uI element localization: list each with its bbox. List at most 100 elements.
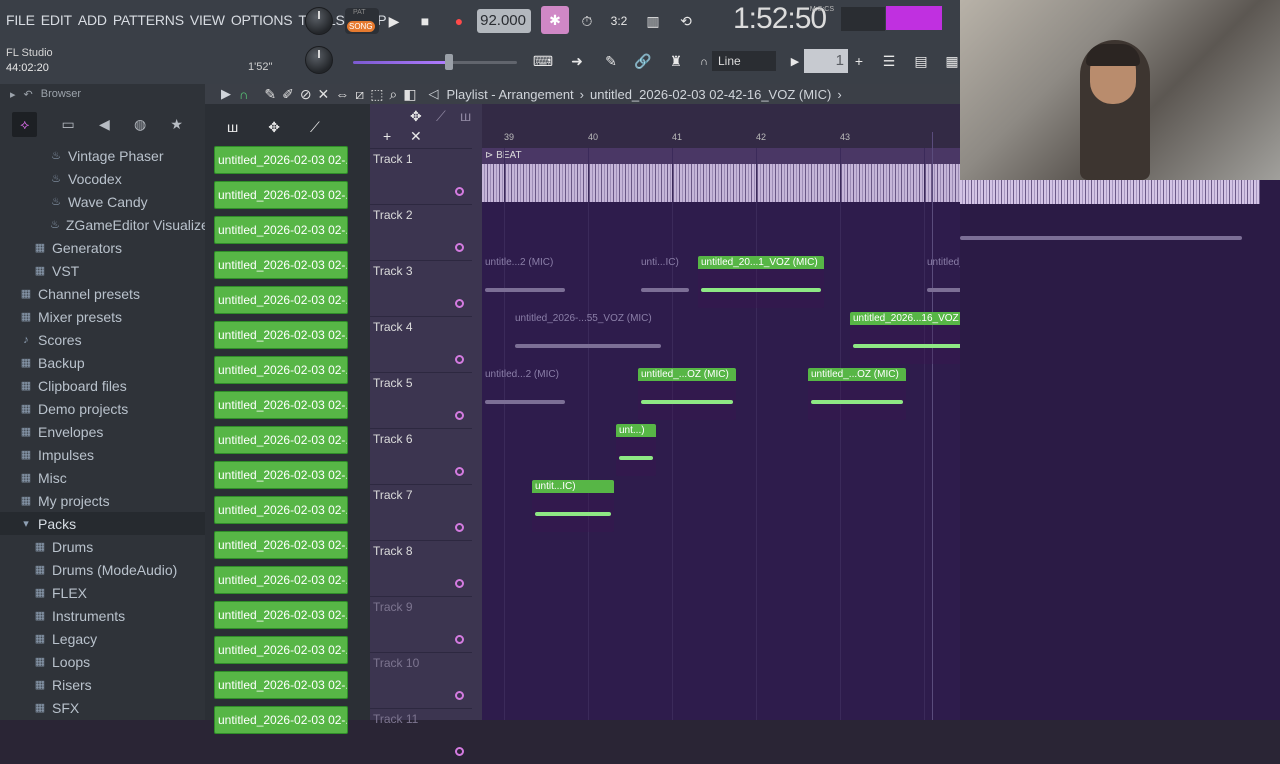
master-pitch-knob[interactable] bbox=[305, 46, 333, 74]
browser-item[interactable]: ▦ Mixer presets bbox=[0, 305, 205, 328]
speaker-filter-icon[interactable]: ◀ bbox=[99, 116, 110, 133]
plugin-picker-icon[interactable]: ✎ bbox=[598, 48, 624, 74]
menu-edit[interactable]: EDIT bbox=[41, 12, 72, 28]
track-header[interactable]: Track 11 bbox=[370, 708, 472, 764]
zoom-tool-icon[interactable]: ⌕ bbox=[389, 86, 397, 103]
pattern-clip[interactable]: untitled_2026-02-03 02-... bbox=[214, 286, 348, 314]
channel-rack-icon[interactable]: ▤ bbox=[908, 48, 934, 74]
browser-item[interactable]: ▦ Generators bbox=[0, 236, 205, 259]
browser-item[interactable]: ♨ Vocodex bbox=[0, 167, 205, 190]
browser-item[interactable]: ▦ Instruments bbox=[0, 604, 205, 627]
beat-clip[interactable]: ⊳ BEAT bbox=[482, 148, 960, 202]
slip-tool-icon[interactable]: ⇔ bbox=[335, 86, 349, 103]
pattern-clip[interactable]: untitled_2026-02-03 02-... bbox=[214, 181, 348, 209]
audio-clip[interactable]: untitled_20...1_VOZ (MIC) bbox=[698, 256, 824, 308]
slider-thumb[interactable] bbox=[445, 54, 453, 70]
pattern-clip[interactable]: untitled_2026-02-03 02-... bbox=[214, 706, 348, 734]
track-mute-toggle[interactable] bbox=[455, 187, 464, 196]
arrow-right-icon[interactable]: ➜ bbox=[564, 48, 590, 74]
pattern-clip[interactable]: untitled_2026-02-03 02-... bbox=[214, 601, 348, 629]
add-track-icon[interactable]: + bbox=[383, 128, 391, 144]
browser-item[interactable]: ▦ Risers bbox=[0, 673, 205, 696]
draw-tool-icon[interactable]: ✎ bbox=[264, 86, 276, 103]
all-filter-icon[interactable]: ⟡ bbox=[12, 111, 38, 137]
browser-item[interactable]: ♨ ZGameEditor Visualizer bbox=[0, 213, 213, 236]
audio-clip[interactable]: unti...IC) bbox=[638, 256, 692, 308]
menu-add[interactable]: ADD bbox=[78, 12, 107, 28]
pattern-clip[interactable]: untitled_2026-02-03 02-... bbox=[214, 426, 348, 454]
globe-filter-icon[interactable]: ◍ bbox=[134, 116, 146, 133]
track-mute-toggle[interactable] bbox=[455, 747, 464, 756]
collapse-icon[interactable]: ▸ bbox=[10, 88, 16, 101]
pattern-move-icon[interactable]: ✥ bbox=[268, 119, 280, 136]
pattern-clip[interactable]: untitled_2026-02-03 02-... bbox=[214, 356, 348, 384]
audio-clip[interactable]: untitled_...OZ (MIC) bbox=[808, 368, 906, 420]
audio-clip[interactable]: untitled_...OZ (MIC) bbox=[638, 368, 736, 420]
file-filter-icon[interactable]: ▭ bbox=[62, 116, 75, 133]
browser-item[interactable]: ▦ Demo projects bbox=[0, 397, 205, 420]
master-volume-knob[interactable] bbox=[305, 7, 333, 35]
slice-tool-icon[interactable]: ⧄ bbox=[355, 86, 364, 103]
countdown-icon[interactable]: 3:2 bbox=[606, 8, 632, 34]
pattern-list-icon[interactable]: ш bbox=[227, 119, 238, 135]
record-button[interactable]: ● bbox=[446, 8, 472, 34]
pattern-clip[interactable]: untitled_2026-02-03 02-... bbox=[214, 671, 348, 699]
pattern-clip[interactable]: untitled_2026-02-03 02-... bbox=[214, 566, 348, 594]
playhead[interactable] bbox=[932, 132, 933, 720]
pattern-edit-icon[interactable]: ⟋ bbox=[310, 119, 320, 136]
track-mute-toggle[interactable] bbox=[455, 691, 464, 700]
track-header[interactable]: Track 3 bbox=[370, 260, 472, 316]
track-header[interactable]: Track 1 bbox=[370, 148, 472, 204]
pattern-clip[interactable]: untitled_2026-02-03 02-... bbox=[214, 146, 348, 174]
playlist-grid[interactable]: 39 40 41 42 43 ⊳ BEAT untitle...2 (MIC) unti.… bbox=[482, 104, 960, 720]
track-mute-toggle[interactable] bbox=[455, 579, 464, 588]
piano-roll-icon[interactable]: ⌨ bbox=[530, 48, 556, 74]
browser-item[interactable]: ▦ Impulses bbox=[0, 443, 205, 466]
track-mute-toggle[interactable] bbox=[455, 411, 464, 420]
playlist-menu-icon[interactable]: ▶ bbox=[221, 86, 231, 102]
track-header[interactable]: Track 4 bbox=[370, 316, 472, 372]
paint-tool-icon[interactable]: ✐ bbox=[282, 86, 294, 103]
wait-for-input-icon[interactable]: ⏱ bbox=[574, 8, 600, 34]
track-mute-toggle[interactable] bbox=[455, 523, 464, 532]
track-mute-toggle[interactable] bbox=[455, 635, 464, 644]
track-header[interactable]: Track 5 bbox=[370, 372, 472, 428]
pattern-clip[interactable]: untitled_2026-02-03 02-... bbox=[214, 251, 348, 279]
menu-file[interactable]: FILE bbox=[6, 12, 35, 28]
browser-item[interactable]: ▾ Packs bbox=[0, 512, 205, 535]
play-button[interactable]: ▶ bbox=[381, 8, 407, 34]
pattern-mode-icon[interactable]: ш bbox=[460, 108, 471, 124]
browser-item[interactable]: ▦ Envelopes bbox=[0, 420, 205, 443]
playback-tool-icon[interactable]: ◧ bbox=[403, 86, 416, 103]
browser-item[interactable]: ▦ FLEX bbox=[0, 581, 205, 604]
browser-item[interactable]: ▦ Backup bbox=[0, 351, 205, 374]
browser-item[interactable]: ▦ Legacy bbox=[0, 627, 205, 650]
browser-item[interactable]: ▦ Drums (ModeAudio) bbox=[0, 558, 205, 581]
track-header[interactable]: Track 7 bbox=[370, 484, 472, 540]
pattern-selector[interactable]: 1 bbox=[804, 49, 848, 73]
track-mute-toggle[interactable] bbox=[455, 355, 464, 364]
pat-song-toggle[interactable]: PAT SONG bbox=[345, 8, 379, 34]
pattern-clip[interactable]: untitled_2026-02-03 02-... bbox=[214, 531, 348, 559]
link-small-icon[interactable]: ⟋ bbox=[436, 108, 446, 125]
menu-patterns[interactable]: PATTERNS bbox=[113, 12, 184, 28]
track-header[interactable]: Track 6 bbox=[370, 428, 472, 484]
browser-item[interactable]: ♨ Wave Candy bbox=[0, 190, 205, 213]
menu-view[interactable]: VIEW bbox=[190, 12, 225, 28]
browser-item[interactable]: ♨ Vintage Phaser bbox=[0, 144, 205, 167]
track-mute-toggle[interactable] bbox=[455, 243, 464, 252]
browser-item[interactable]: ♪ Scores bbox=[0, 328, 205, 351]
metronome-stamp-icon[interactable]: ♜ bbox=[663, 48, 689, 74]
track-mute-toggle[interactable] bbox=[455, 299, 464, 308]
pattern-clip[interactable]: untitled_2026-02-03 02-... bbox=[214, 496, 348, 524]
stop-button[interactable]: ■ bbox=[412, 8, 438, 34]
link-icon[interactable]: 🔗 bbox=[630, 48, 656, 74]
mixer-icon[interactable]: ☰ bbox=[876, 48, 902, 74]
browser-item[interactable]: ▦ Loops bbox=[0, 650, 205, 673]
pattern-clip[interactable]: untitled_2026-02-03 02-... bbox=[214, 391, 348, 419]
audio-clip[interactable]: untit...IC) bbox=[532, 480, 614, 532]
track-header[interactable]: Track 2 bbox=[370, 204, 472, 260]
step-edit-icon[interactable]: ▥ bbox=[640, 8, 666, 34]
master-pitch-slider[interactable] bbox=[353, 61, 517, 64]
audio-clip[interactable]: unt...) bbox=[616, 424, 656, 476]
